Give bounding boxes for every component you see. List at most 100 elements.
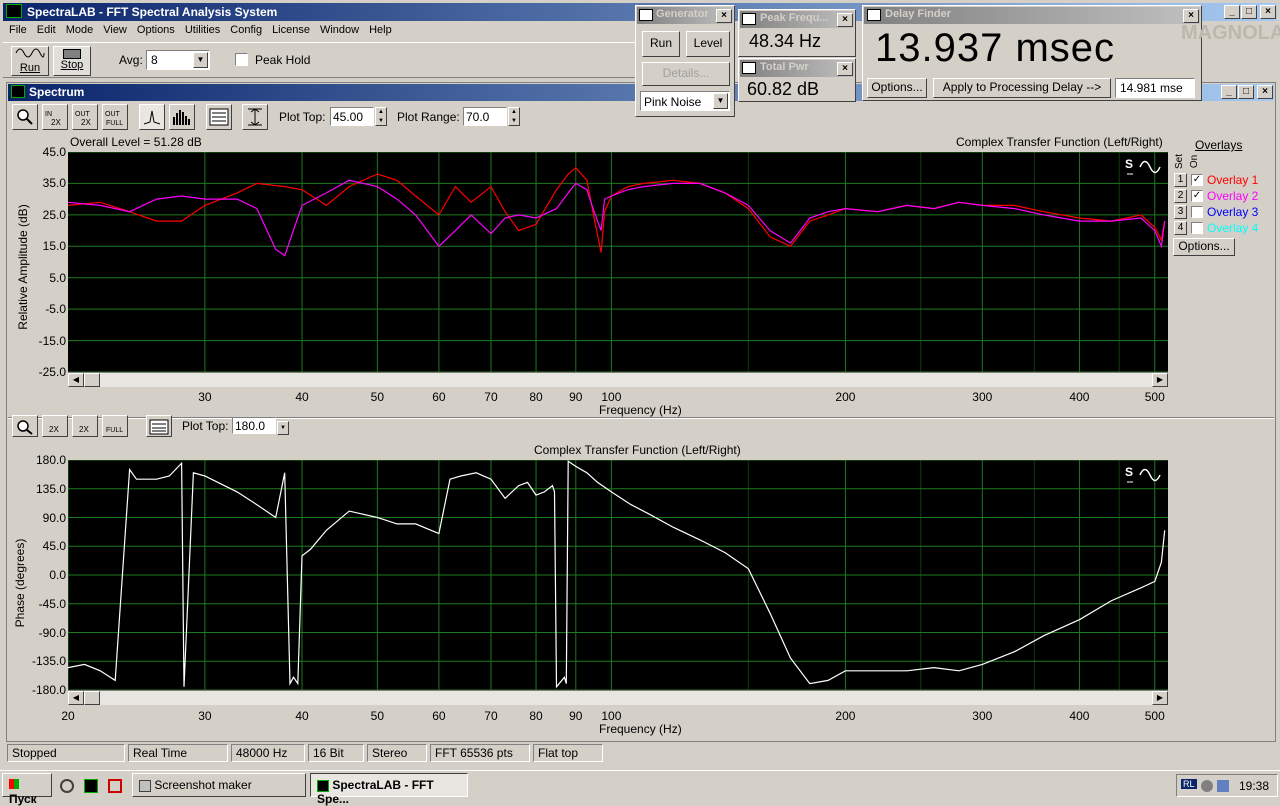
delay-finder-title-bar: Delay Finder (864, 7, 1200, 24)
menu-options[interactable]: Options (132, 24, 180, 36)
vertical-scale-icon (248, 108, 262, 126)
menu-view[interactable]: View (98, 24, 132, 36)
scroll-thumb[interactable] (84, 373, 100, 387)
zoom-out-full-button[interactable]: OUT FULL (102, 104, 128, 130)
quicklaunch-spectralab-icon[interactable] (84, 779, 98, 793)
spectrum-maximize-button[interactable]: □ (1238, 85, 1254, 99)
vertical-scale-button[interactable] (242, 104, 268, 130)
delay-finder-close-button[interactable]: × (1183, 9, 1199, 23)
spectrum-minimize-button[interactable]: _ (1221, 85, 1237, 99)
overlay-set-button-4[interactable]: 4 (1174, 221, 1187, 235)
chevron-down-icon[interactable]: ▼ (193, 52, 208, 68)
y-tick-label: -25.0 (38, 365, 66, 379)
apply-processing-delay-button[interactable]: Apply to Processing Delay --> (933, 78, 1111, 98)
plot-range-spinner[interactable]: ▲ ▼ (508, 107, 520, 126)
plot-range-input[interactable]: 70.0 (463, 107, 507, 126)
app-minimize-button[interactable]: _ (1224, 5, 1240, 19)
upper-scrollbar[interactable]: ◀ ▶ (68, 372, 1168, 387)
lower-table-view-button[interactable] (146, 415, 172, 437)
generator-run-button[interactable]: Run (642, 31, 680, 57)
lower-zoom-in-2x-button[interactable]: 2X (42, 415, 68, 437)
plot-top-spinner[interactable]: ▲ ▼ (375, 107, 387, 126)
x-tick-label: 500 (1144, 709, 1165, 723)
table-view-button[interactable] (206, 104, 232, 130)
menu-window[interactable]: Window (315, 24, 364, 36)
zoom-out-2x-button[interactable]: OUT 2X (72, 104, 98, 130)
bar-plot-button[interactable] (169, 104, 195, 130)
generator-level-button[interactable]: Level (686, 31, 730, 57)
taskbar-screenshot-maker[interactable]: Screenshot maker (132, 773, 306, 797)
lower-zoom-out-full-button[interactable]: FULL (102, 415, 128, 437)
processing-delay-value: 14.981 mse (1120, 81, 1183, 95)
lower-zoom-out-2x-button[interactable]: 2X (72, 415, 98, 437)
menu-license[interactable]: License (267, 24, 315, 36)
magnifier-icon (17, 109, 33, 125)
spectrum-close-button[interactable]: × (1257, 85, 1273, 99)
overlays-options-button[interactable]: Options... (1173, 238, 1235, 256)
noise-type-select[interactable]: Pink Noise ▼ (640, 91, 730, 111)
app-close-button[interactable]: × (1260, 5, 1276, 19)
overlay-set-button-3[interactable]: 3 (1174, 205, 1187, 219)
x-tick-label: 40 (295, 390, 309, 404)
overlay-checkbox-3[interactable] (1191, 206, 1203, 218)
taskbar-spectralab[interactable]: SpectraLAB - FFT Spe... (310, 773, 468, 806)
amplitude-plot[interactable]: S (68, 152, 1168, 372)
quicklaunch-media-icon[interactable] (108, 779, 122, 793)
zoom-out-icon: OUT2X (75, 111, 91, 126)
language-indicator[interactable]: RL (1181, 779, 1197, 789)
delay-finder-title: Delay Finder (885, 8, 952, 20)
total-power-close-button[interactable]: × (837, 62, 853, 76)
volume-icon[interactable] (1201, 780, 1213, 792)
peak-hold-checkbox[interactable] (235, 53, 248, 66)
plot-top-input[interactable]: 45.00 (330, 107, 374, 126)
line-plot-button[interactable] (139, 104, 165, 130)
start-button[interactable]: Пуск (2, 773, 52, 806)
scroll-left-arrow[interactable]: ◀ (68, 691, 84, 705)
windows-logo-icon (9, 779, 19, 789)
overlays-header[interactable]: Overlays (1195, 138, 1242, 152)
generator-details-button[interactable]: Details... (642, 62, 730, 86)
zoom-in-2x-button[interactable]: IN 2X (42, 104, 68, 130)
overlay-set-button-2[interactable]: 2 (1174, 189, 1187, 203)
lower-scrollbar[interactable]: ◀ ▶ (68, 690, 1168, 705)
lower-plot-top-input[interactable]: 180.0 (232, 417, 276, 434)
run-button[interactable]: Run (11, 46, 49, 76)
lower-plot-title: Complex Transfer Function (Left/Right) (534, 443, 741, 457)
sine-wave-icon[interactable]: S (1124, 156, 1164, 178)
scroll-right-arrow[interactable]: ▶ (1152, 373, 1168, 387)
processing-delay-field[interactable]: 14.981 mse (1115, 78, 1195, 98)
avg-select[interactable]: 8 ▼ (146, 50, 210, 70)
menu-help[interactable]: Help (364, 24, 397, 36)
overlay-checkbox-4[interactable] (1191, 222, 1203, 234)
scroll-left-arrow[interactable]: ◀ (68, 373, 84, 387)
menu-edit[interactable]: Edit (32, 24, 61, 36)
spectrum-window-icon (11, 85, 25, 98)
x-tick-label: 70 (484, 709, 498, 723)
overlay-set-button-1[interactable]: 1 (1174, 173, 1187, 187)
lower-plot-top-spinner[interactable]: ▼ (277, 421, 289, 435)
delay-options-button[interactable]: Options... (867, 78, 927, 98)
lower-zoom-button[interactable] (12, 415, 38, 437)
overlay-checkbox-1[interactable]: ✓ (1191, 174, 1203, 186)
menu-file[interactable]: File (4, 24, 32, 36)
x-tick-label: 40 (295, 709, 309, 723)
quicklaunch-browser-icon[interactable] (60, 779, 74, 793)
scroll-thumb[interactable] (84, 691, 100, 705)
zoom-button[interactable] (12, 104, 38, 130)
generator-close-button[interactable]: × (716, 9, 732, 23)
menu-utilities[interactable]: Utilities (180, 24, 225, 36)
menu-config[interactable]: Config (225, 24, 267, 36)
scroll-right-arrow[interactable]: ▶ (1152, 691, 1168, 705)
stop-button[interactable]: Stop (53, 46, 91, 76)
chevron-down-icon[interactable]: ▼ (713, 93, 728, 109)
app-icon (6, 4, 22, 18)
overlay-checkbox-2[interactable]: ✓ (1191, 190, 1203, 202)
sine-wave-icon[interactable]: S (1124, 464, 1164, 486)
x-tick-label: 90 (569, 390, 583, 404)
network-icon[interactable] (1217, 780, 1229, 792)
app-maximize-button[interactable]: □ (1241, 5, 1257, 19)
peak-frequency-close-button[interactable]: × (837, 13, 853, 27)
y-tick-label: 0.0 (49, 568, 66, 582)
phase-plot[interactable]: S (68, 460, 1168, 690)
menu-mode[interactable]: Mode (61, 24, 99, 36)
